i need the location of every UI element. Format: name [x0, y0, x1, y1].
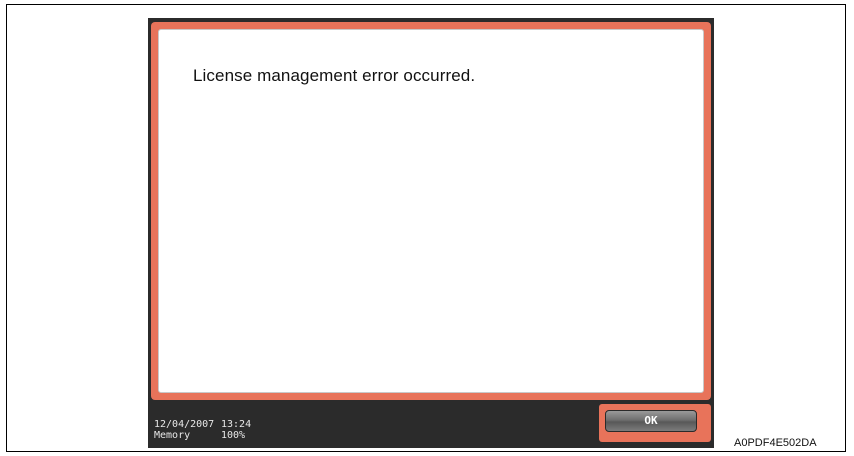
status-left-column: 12/04/2007 Memory [154, 419, 214, 441]
error-dialog: License management error occurred. [158, 29, 704, 393]
status-date: 12/04/2007 [154, 419, 215, 430]
status-time: 13:24 [221, 419, 252, 430]
status-bar: 12/04/2007 Memory 13:24 100% [151, 407, 597, 445]
error-message: License management error occurred. [193, 66, 476, 85]
figure-code: A0PDF4E502DA [734, 437, 817, 449]
ok-button-frame: OK [599, 404, 711, 442]
status-right-column: 13:24 100% [221, 419, 251, 441]
ok-button[interactable]: OK [605, 410, 697, 432]
status-memory-label: Memory [154, 430, 191, 441]
status-memory-value: 100% [221, 430, 246, 441]
